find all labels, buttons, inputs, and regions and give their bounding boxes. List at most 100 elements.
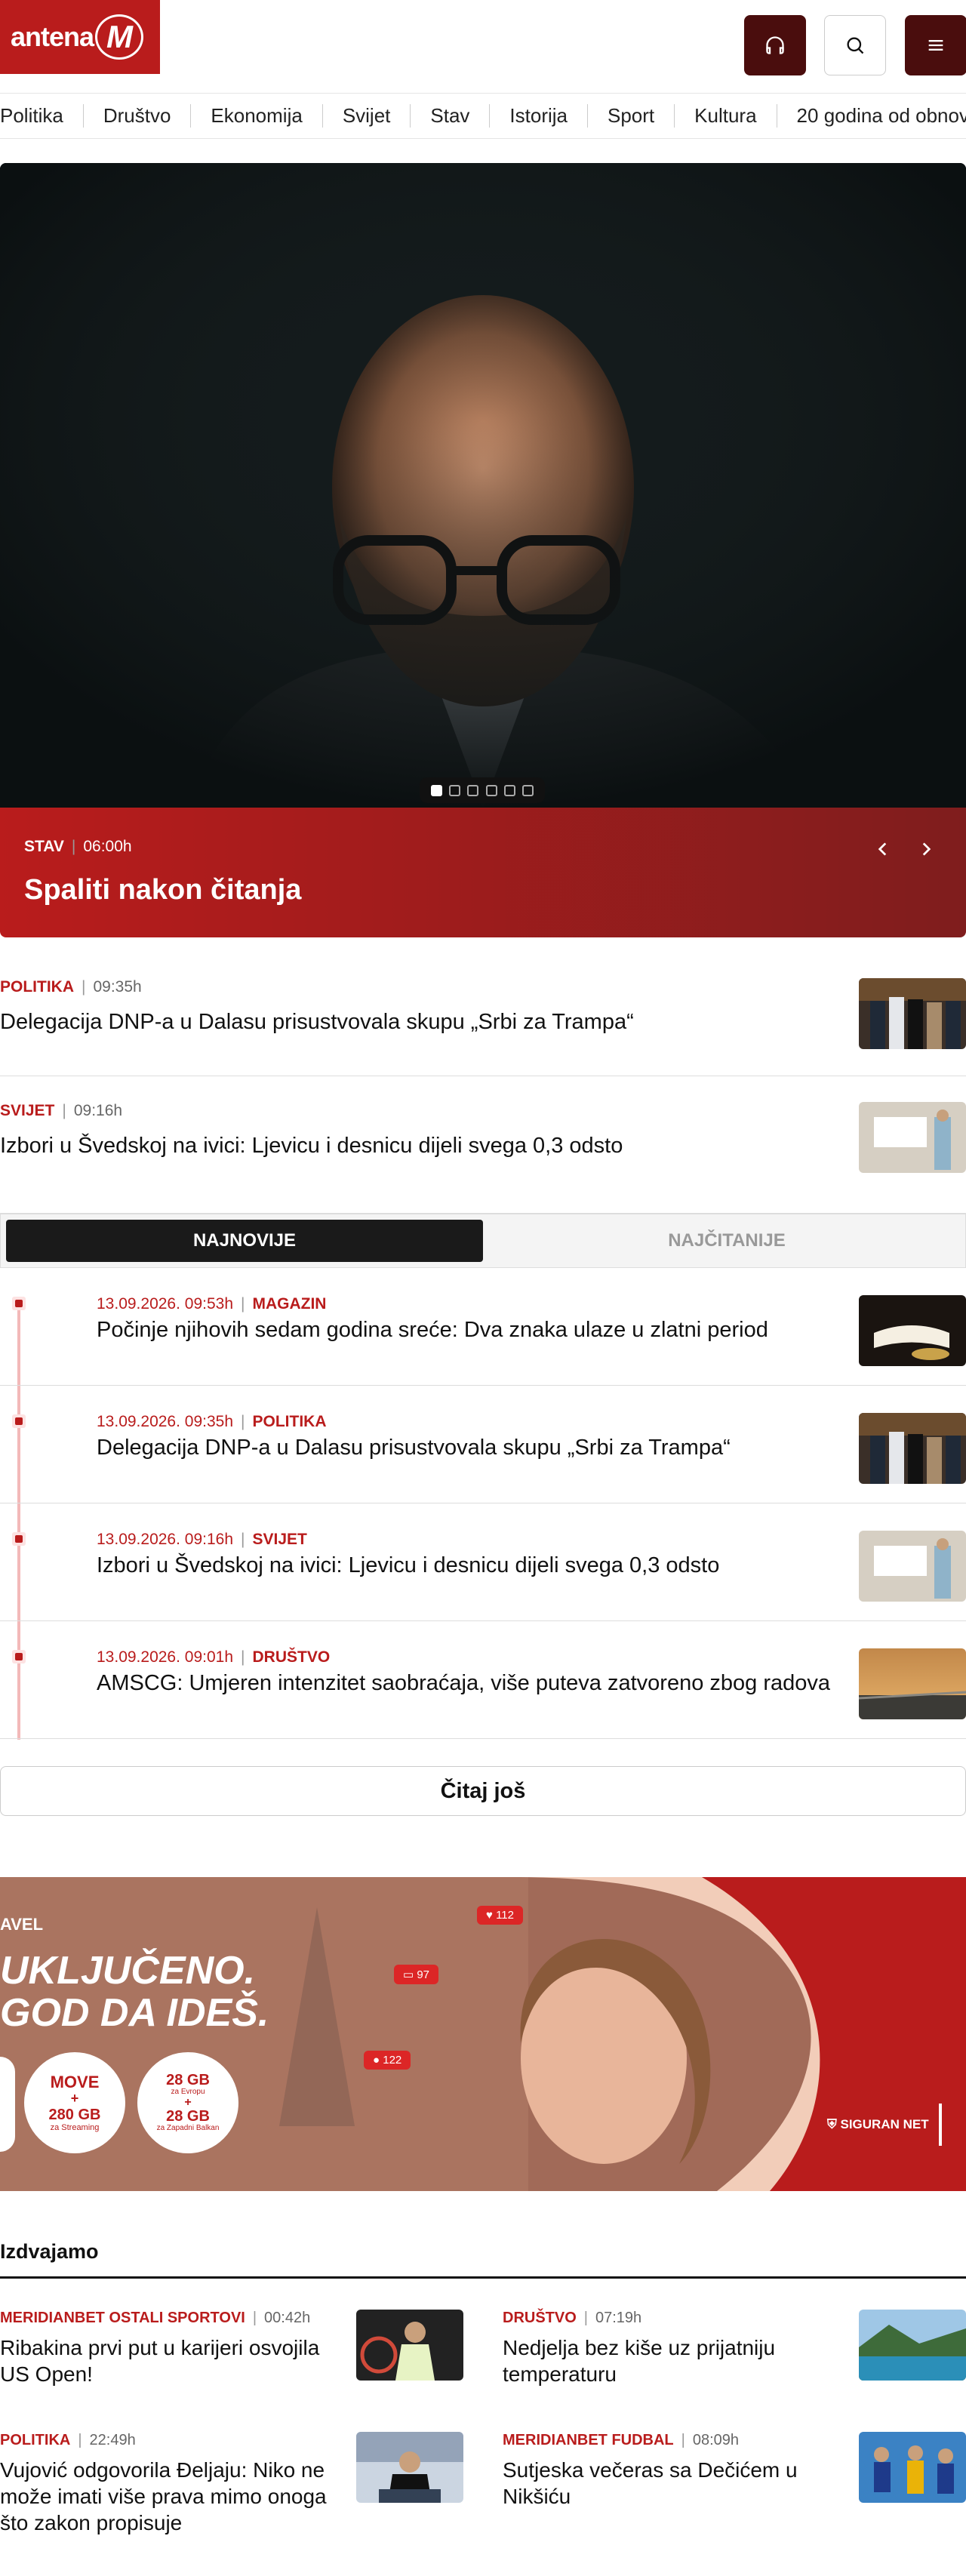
nav-kultura[interactable]: Kultura [675,104,777,128]
logo-text: antena [11,21,94,52]
latest-thumbnail[interactable] [859,1648,966,1719]
ad-bubble: ● 122 [364,2051,411,2070]
tab-najnovije[interactable]: NAJNOVIJE [6,1220,483,1262]
featured-category[interactable]: MERIDIANBET OSTALI SPORTOVI [0,2310,245,2326]
latest-title[interactable]: AMSCG: Umjeren intenzitet saobraćaja, vi… [97,1671,830,1696]
latest-date: 13.09.2026. 09:35h [97,1413,234,1430]
latest-thumbnail[interactable] [859,1295,966,1366]
ad-headline: GOD DA IDEŠ. [0,1991,269,2035]
slider-dot[interactable] [431,784,443,796]
featured-time: 00:42h [264,2310,311,2326]
latest-item[interactable]: 13.09.2026. 09:53h | MAGAZIN Počinje njiho… [0,1268,966,1386]
latest-date: 13.09.2026. 09:53h [97,1295,234,1313]
hero-category[interactable]: STAV [24,838,64,855]
featured-thumbnail[interactable] [859,2432,966,2503]
latest-item[interactable]: 13.09.2026. 09:16h | SVIJET Izbori u Šveds… [0,1503,966,1621]
featured-title[interactable]: Nedjelja bez kiše uz prijatniju temperat… [503,2334,835,2387]
search-icon [847,37,864,54]
menu-button[interactable] [905,15,966,75]
slider-dot[interactable] [467,784,479,796]
latest-title[interactable]: Izbori u Švedskoj na ivici: Ljevicu i de… [97,1553,719,1578]
ad-circle-partial [0,2057,15,2152]
slider-prev-button[interactable] [868,834,898,864]
news-tabs: NAJNOVIJE NAJČITANIJE [0,1214,966,1268]
nav-istorija[interactable]: Istorija [490,104,588,128]
featured-thumbnail[interactable] [356,2432,463,2503]
ad-text: AVEL [0,1915,44,1934]
slider-dot[interactable] [521,784,534,796]
timeline-dot [12,1297,26,1310]
latest-date: 13.09.2026. 09:01h [97,1648,234,1666]
slider-dot[interactable] [485,784,497,796]
featured-card[interactable]: MERIDIANBET FUDBAL | 08:09h Sutjeska večer… [503,2432,966,2568]
article-time: 09:16h [73,1102,123,1119]
latest-item[interactable]: 13.09.2026. 09:35h | POLITIKA Delegacija D… [0,1386,966,1503]
hero-image[interactable] [0,163,966,808]
nav-sport[interactable]: Sport [588,104,675,128]
timeline-dot [12,1414,26,1428]
section-divider [0,2276,966,2279]
slider-next-button[interactable] [911,834,941,864]
nav-ekonomija[interactable]: Ekonomija [191,104,323,128]
slider-dot[interactable] [503,784,515,796]
nav-stav[interactable]: Stav [411,104,491,128]
nav-drustvo[interactable]: Društvo [84,104,192,128]
featured-title[interactable]: Ribakina prvi put u karijeri osvojila US… [0,2334,332,2387]
article-category[interactable]: POLITIKA [0,978,74,996]
article-item[interactable]: POLITIKA | 09:35h Delegacija DNP-a u Dalas… [0,966,966,1076]
latest-title[interactable]: Počinje njihovih sedam godina sreće: Dva… [97,1318,768,1343]
featured-thumbnail[interactable] [356,2310,463,2381]
latest-category[interactable]: SVIJET [252,1531,306,1548]
featured-category[interactable]: DRUŠTVO [503,2310,577,2326]
featured-category[interactable]: MERIDIANBET FUDBAL [503,2432,674,2448]
timeline-dot [12,1532,26,1546]
ad-banner[interactable]: AVEL UKLJUČENO. GOD DA IDEŠ. MOVE +280 GB… [0,1877,966,2191]
site-header: antena M [0,0,966,94]
featured-card[interactable]: DRUŠTVO | 07:19h Nedjelja bez kiše uz prij… [503,2310,966,2415]
article-item[interactable]: SVIJET | 09:16h Izbori u Švedskoj na ivici… [0,1076,966,1214]
logo-mark: M [95,14,144,60]
featured-card[interactable]: MERIDIANBET OSTALI SPORTOVI | 00:42h Ribak… [0,2310,468,2415]
antena-m-logo[interactable]: antena M [0,0,160,74]
latest-thumbnail[interactable] [859,1413,966,1484]
article-thumbnail[interactable] [859,1102,966,1173]
article-category[interactable]: SVIJET [0,1102,54,1119]
tab-najcitanije[interactable]: NAJČITANIJE [488,1214,965,1267]
section-title: Izdvajamo [0,2240,99,2263]
featured-card[interactable]: POLITIKA | 22:49h Vujović odgovorila Đelja… [0,2432,468,2568]
latest-title[interactable]: Delegacija DNP-a u Dalasu prisustvovala … [97,1436,731,1460]
search-button[interactable] [824,15,886,75]
nav-20-godina[interactable]: 20 godina od obnove [777,104,966,128]
featured-thumbnail[interactable] [859,2310,966,2381]
hero-caption-bar [0,808,966,937]
article-title[interactable]: Izbori u Švedskoj na ivici: Ljevicu i de… [0,1132,623,1159]
article-title[interactable]: Delegacija DNP-a u Dalasu prisustvovala … [0,1008,634,1036]
nav-politika[interactable]: Politika [0,104,84,128]
article-thumbnail[interactable] [859,978,966,1049]
latest-category[interactable]: DRUŠTVO [252,1648,330,1666]
featured-category[interactable]: POLITIKA [0,2432,70,2448]
headphones-icon [766,36,784,54]
ad-circle-move: MOVE +280 GB za Streaming [24,2052,125,2153]
chevron-left-icon [878,842,887,856]
ad-badge: ⛨ SIGURAN NET [827,2117,929,2131]
slider-dot[interactable] [449,784,461,796]
hero-title[interactable]: Spaliti nakon čitanja [24,874,301,906]
nav-svijet[interactable]: Svijet [323,104,411,128]
read-more-button[interactable]: Čitaj još [0,1766,966,1816]
slider-dots [420,777,545,803]
latest-item[interactable]: 13.09.2026. 09:01h | DRUŠTVO AMSCG: Umjere… [0,1621,966,1739]
audio-button[interactable] [744,15,806,75]
ad-headline: UKLJUČENO. [0,1949,256,1993]
featured-time: 07:19h [595,2310,642,2326]
ad-bubble: ♥ 112 [477,1906,523,1925]
ad-divider [939,2104,942,2146]
featured-title[interactable]: Vujović odgovorila Đeljaju: Niko ne može… [0,2457,332,2536]
featured-time: 22:49h [89,2432,136,2448]
latest-thumbnail[interactable] [859,1531,966,1602]
hero-slider[interactable] [0,163,966,937]
featured-title[interactable]: Sutjeska večeras sa Dečićem u Nikšiću [503,2457,835,2510]
latest-category[interactable]: POLITIKA [252,1413,326,1430]
ad-circle-gb: 28 GB za Evropu +28 GB za Zapadni Balkan [137,2052,238,2153]
latest-category[interactable]: MAGAZIN [252,1295,326,1313]
